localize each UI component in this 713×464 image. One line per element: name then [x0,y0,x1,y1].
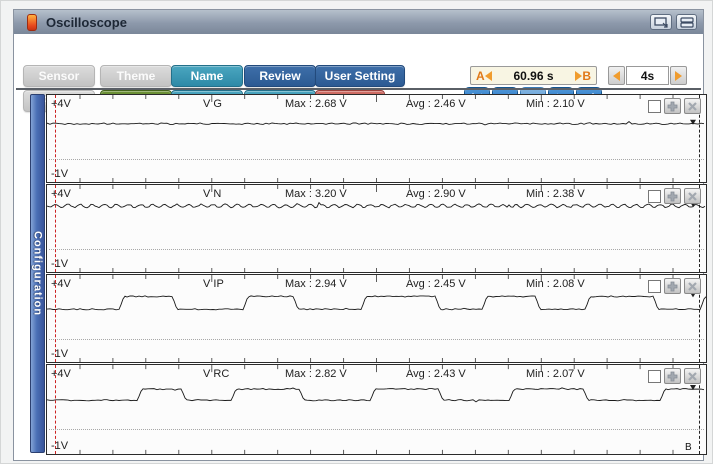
titlebar: Oscilloscope [14,10,703,35]
oscilloscope-window: Oscilloscope Sensor Theme Name Review Us… [13,9,704,461]
channel-avg: Avg : 2.90 V [406,188,466,200]
channel-close-button[interactable] [684,98,701,114]
channel-bottom-voltage: -1V [51,348,68,360]
theme-button[interactable]: Theme [100,65,172,87]
cursor-b-nudge-icon[interactable] [575,71,582,81]
channel-avg: Avg : 2.43 V [406,368,466,380]
plus-icon [667,191,678,202]
channel-top-voltage: +4V [51,278,71,290]
ab-interval-box: A 60.96 s B [470,66,597,85]
channel-close-button[interactable] [684,368,701,384]
app-thermometer-icon [27,14,37,31]
ab-interval-value: 60.96 s [492,69,576,83]
channel-panel-vrc: +4V V RC Max : 2.82 V Avg : 2.43 V Min :… [46,364,707,455]
channel-top-voltage: +4V [51,188,71,200]
channel-min: Min : 2.10 V [526,98,585,110]
gridline [49,159,704,160]
plus-icon [667,371,678,382]
gridline [49,429,704,430]
review-button[interactable]: Review [244,65,316,87]
plus-icon [667,101,678,112]
close-icon [687,101,698,112]
user-setting-button[interactable]: User Setting [315,65,405,87]
close-icon [687,191,698,202]
channel-name: V RC [203,368,229,380]
channel-name: V N [203,188,221,200]
monitor-icon [654,17,669,28]
channel-max: Max : 2.68 V [285,98,347,110]
channel-close-button[interactable] [684,188,701,204]
channel-controls [648,188,701,204]
channel-zoom-button[interactable] [664,188,681,204]
channel-min: Min : 2.38 V [526,188,585,200]
channel-zoom-button[interactable] [664,98,681,114]
channel-name: V IP [203,278,224,290]
window-title: Oscilloscope [46,15,127,30]
detach-window-button[interactable] [650,14,672,30]
channel-controls [648,368,701,384]
timebase-value[interactable]: 4s [626,66,669,85]
toolbar-separator [16,88,701,90]
close-icon [687,371,698,382]
channel-bottom-voltage: -1V [51,258,68,270]
close-icon [687,281,698,292]
channel-bottom-voltage: -1V [51,168,68,180]
channel-select-checkbox[interactable] [648,280,661,293]
channel-select-checkbox[interactable] [648,100,661,113]
name-button[interactable]: Name [171,65,243,87]
waveform-vn [47,185,706,272]
channel-panel-vip: +4V V IP Max : 2.94 V Avg : 2.45 V Min :… [46,274,707,363]
channel-min: Min : 2.08 V [526,278,585,290]
channel-bottom-voltage: -1V [51,440,68,452]
toolbar: Sensor Theme Name Review User Setting Re… [14,34,703,88]
channel-controls [648,278,701,294]
left-arrow-icon [613,71,620,81]
channel-max: Max : 2.82 V [285,368,347,380]
channel-avg: Avg : 2.46 V [406,98,466,110]
channel-zoom-button[interactable] [664,368,681,384]
cursor-b-label: B [582,69,591,83]
channel-max: Max : 3.20 V [285,188,347,200]
timebase-increase-button[interactable] [670,66,687,85]
gridline [49,339,704,340]
configuration-tab-label: Configuration [32,231,44,316]
right-arrow-icon [675,71,682,81]
stacked-panes-icon [680,17,694,28]
cursor-a-nudge-icon[interactable] [485,71,492,81]
waveform-vrc [47,365,706,454]
gridline [49,249,704,250]
timebase-decrease-button[interactable] [608,66,625,85]
cursor-b-tag: B [685,442,692,453]
channel-top-voltage: +4V [51,98,71,110]
sensor-button[interactable]: Sensor [23,65,95,87]
configuration-tab[interactable]: Configuration [30,94,45,453]
channel-zoom-button[interactable] [664,278,681,294]
cursor-a-label: A [476,69,485,83]
channel-controls [648,98,701,114]
channel-top-voltage: +4V [51,368,71,380]
channel-max: Max : 2.94 V [285,278,347,290]
channel-avg: Avg : 2.45 V [406,278,466,290]
layout-button[interactable] [676,14,697,30]
plus-icon [667,281,678,292]
channel-name: V G [203,98,222,110]
channel-panel-vn: +4V V N Max : 3.20 V Avg : 2.90 V Min : … [46,184,707,273]
waveform-vg [47,95,706,182]
channel-min: Min : 2.07 V [526,368,585,380]
channel-select-checkbox[interactable] [648,370,661,383]
waveform-vip [47,275,706,362]
channel-select-checkbox[interactable] [648,190,661,203]
channel-panel-vg: +4V V G Max : 2.68 V Avg : 2.46 V Min : … [46,94,707,183]
channel-close-button[interactable] [684,278,701,294]
